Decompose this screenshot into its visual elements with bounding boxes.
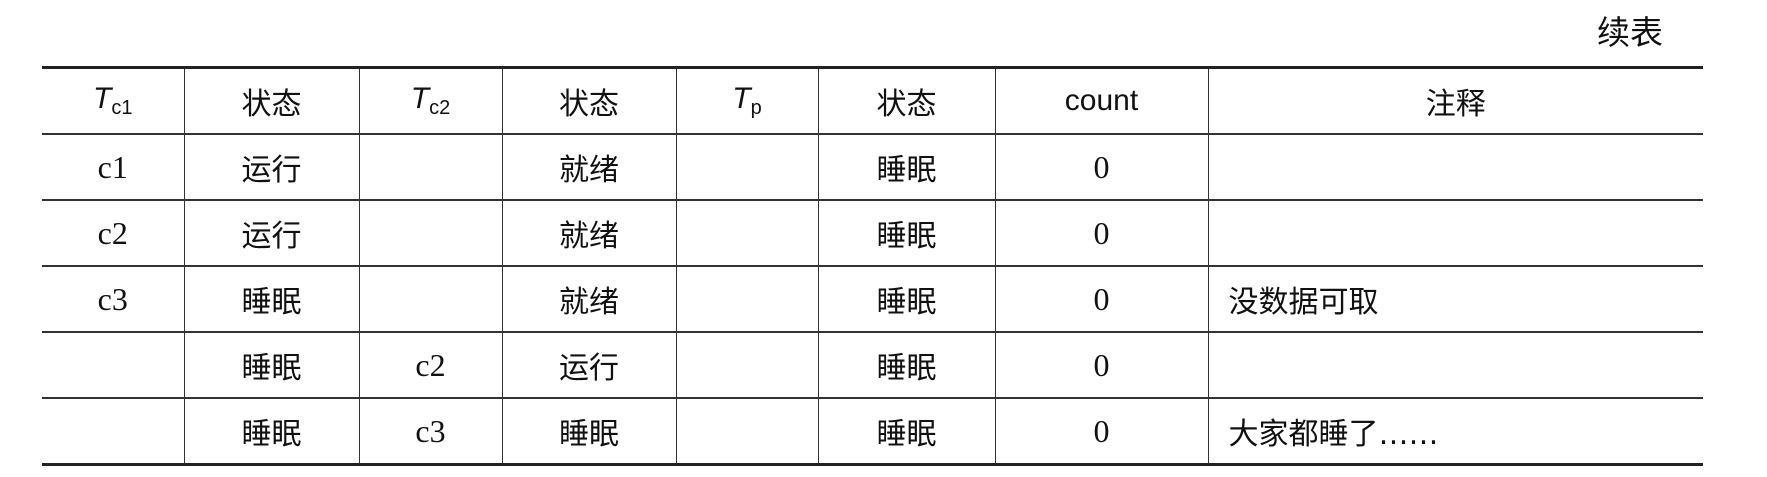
cell-tc1 (42, 332, 184, 399)
cell-tc1: c3 (42, 266, 184, 333)
cell-tp (675, 134, 818, 201)
header-count: count (994, 66, 1208, 135)
cell-count: 0 (994, 398, 1208, 466)
cell-state3: 睡眠 (817, 134, 995, 201)
cell-tc2 (358, 134, 502, 201)
header-text: T (410, 82, 430, 115)
cell-count: 0 (994, 134, 1208, 201)
header-state: 状态 (817, 66, 995, 135)
table-row: 睡眠 c2 运行 睡眠 0 (42, 332, 1703, 399)
cell-note (1207, 134, 1703, 201)
cell-state1: 运行 (183, 134, 359, 201)
cell-tp (675, 200, 818, 267)
header-text: T (732, 82, 751, 115)
header-tp: Tp (675, 66, 818, 135)
cell-note: 没数据可取 (1207, 266, 1703, 333)
header-tc1: Tc1 (42, 66, 184, 135)
header-sub: p (750, 97, 762, 119)
table-row: c3 睡眠 就绪 睡眠 0 没数据可取 (42, 266, 1703, 333)
cell-tc1: c1 (42, 134, 184, 201)
table-row: c2 运行 就绪 睡眠 0 (42, 200, 1703, 267)
cell-state1: 睡眠 (183, 266, 359, 333)
table-row: 睡眠 c3 睡眠 睡眠 0 大家都睡了…… (42, 398, 1703, 466)
header-text: T (93, 82, 112, 115)
cell-tp (675, 398, 818, 466)
cell-count: 0 (994, 266, 1208, 333)
header-state: 状态 (183, 66, 359, 135)
header-tc2: Tc2 (358, 66, 502, 135)
cell-state2: 运行 (501, 332, 676, 399)
cell-tp (675, 266, 818, 333)
state-table: Tc1 状态 Tc2 状态 Tp 状态 count 注释 c1 运行 就绪 睡眠 0 c2… (42, 66, 1703, 466)
cell-state2: 就绪 (501, 134, 676, 201)
cell-state3: 睡眠 (817, 200, 995, 267)
cell-tc2 (358, 200, 502, 267)
cell-state2: 就绪 (501, 200, 676, 267)
header-sub: c2 (429, 97, 451, 119)
header-note: 注释 (1207, 66, 1703, 135)
table-row: c1 运行 就绪 睡眠 0 (42, 134, 1703, 201)
cell-note: 大家都睡了…… (1207, 398, 1703, 466)
cell-state1: 睡眠 (183, 398, 359, 466)
cell-tp (675, 332, 818, 399)
cell-tc2 (358, 266, 502, 333)
cell-tc2: c2 (358, 332, 502, 399)
cell-tc2: c3 (358, 398, 502, 466)
cell-tc1: c2 (42, 200, 184, 267)
cell-note (1207, 332, 1703, 399)
cell-state2: 睡眠 (501, 398, 676, 466)
cell-state3: 睡眠 (817, 332, 995, 399)
cell-tc1 (42, 398, 184, 466)
cell-count: 0 (994, 200, 1208, 267)
table-caption: 续表 (1597, 13, 1663, 52)
cell-state1: 运行 (183, 200, 359, 267)
header-sub: c1 (111, 97, 133, 119)
cell-state3: 睡眠 (817, 398, 995, 466)
cell-count: 0 (994, 332, 1208, 399)
cell-state3: 睡眠 (817, 266, 995, 333)
header-row: Tc1 状态 Tc2 状态 Tp 状态 count 注释 (42, 66, 1703, 135)
header-state: 状态 (501, 66, 676, 135)
cell-note (1207, 200, 1703, 267)
cell-state1: 睡眠 (183, 332, 359, 399)
cell-state2: 就绪 (501, 266, 676, 333)
